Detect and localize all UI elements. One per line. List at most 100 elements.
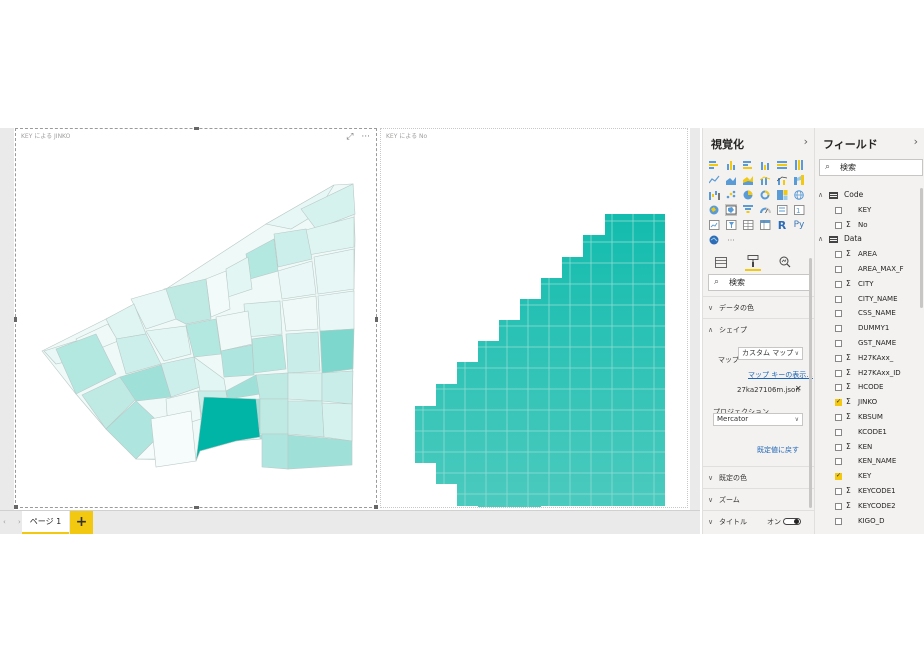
field-item[interactable]: CSS_NAME xyxy=(815,306,924,321)
field-checkbox[interactable] xyxy=(835,295,842,303)
section-data-colors[interactable]: ∨ データの色 xyxy=(703,296,814,318)
field-item[interactable]: Σ H27KAxx_ xyxy=(815,351,924,366)
field-item[interactable]: KEY xyxy=(815,469,924,484)
matrix-icon[interactable] xyxy=(759,219,771,231)
field-item[interactable]: Σ No xyxy=(815,218,924,233)
table-code[interactable]: ∧ Code xyxy=(815,188,924,203)
field-checkbox[interactable] xyxy=(835,206,842,214)
field-checkbox[interactable] xyxy=(835,354,842,362)
section-title[interactable]: ∨ タイトル オン xyxy=(703,510,814,532)
remove-map-close-icon[interactable]: ✕ xyxy=(795,378,802,400)
clustered-column-chart-icon[interactable] xyxy=(759,159,771,171)
chevron-up-icon[interactable]: ∧ xyxy=(818,232,823,247)
field-checkbox[interactable] xyxy=(835,487,842,495)
field-checkbox[interactable] xyxy=(835,458,842,466)
field-item[interactable]: AREA_MAX_F xyxy=(815,262,924,277)
field-item[interactable]: CITY_NAME xyxy=(815,292,924,307)
100-stacked-bar-icon[interactable] xyxy=(776,159,788,171)
gauge-icon[interactable] xyxy=(759,204,771,216)
add-page-button[interactable]: + xyxy=(70,511,93,534)
map-type-dropdown[interactable]: カスタム マップ ∨ xyxy=(738,347,803,360)
chevron-up-icon[interactable]: ∧ xyxy=(818,188,823,203)
field-checkbox[interactable] xyxy=(835,502,842,510)
shape-map-visual-no[interactable]: KEY による No xyxy=(380,128,688,508)
field-checkbox[interactable] xyxy=(835,443,842,451)
format-scrollbar[interactable] xyxy=(809,258,812,508)
format-search-input[interactable]: ⌕ 検索 xyxy=(708,274,811,291)
field-item[interactable]: Σ H27KAxx_ID xyxy=(815,366,924,381)
field-checkbox[interactable] xyxy=(835,325,842,333)
scatter-chart-icon[interactable] xyxy=(725,189,737,201)
field-checkbox[interactable] xyxy=(835,339,842,347)
ribbon-chart-icon[interactable] xyxy=(793,174,805,186)
treemap-icon[interactable] xyxy=(776,189,788,201)
multi-row-card-icon[interactable] xyxy=(776,204,788,216)
field-checkbox[interactable] xyxy=(835,251,842,259)
donut-chart-icon[interactable] xyxy=(759,189,771,201)
reset-to-default-link[interactable]: 既定値に戻す xyxy=(757,439,799,461)
field-item[interactable]: Σ KEYCODE1 xyxy=(815,484,924,499)
100-stacked-column-icon[interactable] xyxy=(793,159,805,171)
more-visuals-icon[interactable]: ··· xyxy=(725,234,737,246)
funnel-icon[interactable] xyxy=(742,204,754,216)
clustered-bar-chart-icon[interactable] xyxy=(742,159,754,171)
pie-chart-icon[interactable] xyxy=(742,189,754,201)
fields-wells-tab-icon[interactable] xyxy=(713,253,729,271)
field-checkbox[interactable] xyxy=(835,469,842,484)
field-item[interactable]: Σ KEN xyxy=(815,440,924,455)
shape-map-visual-jinko[interactable]: KEY による JINKO ⤢ ··· xyxy=(14,127,378,509)
field-item[interactable]: KIGO_D xyxy=(815,514,924,529)
field-item[interactable]: Σ KBSUM xyxy=(815,410,924,425)
projection-dropdown[interactable]: Mercator ∨ xyxy=(713,413,803,426)
line-and-column-chart-icon[interactable] xyxy=(759,174,771,186)
analytics-magnifier-tab-icon[interactable] xyxy=(777,253,793,271)
section-default-colors[interactable]: ∨ 既定の色 xyxy=(703,466,814,488)
stacked-area-chart-icon[interactable] xyxy=(742,174,754,186)
field-checkbox[interactable] xyxy=(835,310,842,318)
slicer-icon[interactable] xyxy=(725,219,737,231)
field-item[interactable]: Σ AREA xyxy=(815,247,924,262)
chevron-up-icon[interactable]: ∧ xyxy=(708,319,713,341)
fields-scrollbar[interactable] xyxy=(920,188,923,308)
field-checkbox[interactable] xyxy=(835,265,842,273)
table-data[interactable]: ∧ Data xyxy=(815,232,924,247)
field-checkbox[interactable] xyxy=(835,384,842,392)
field-item[interactable]: GST_NAME xyxy=(815,336,924,351)
line-and-clustered-column-icon[interactable] xyxy=(776,174,788,186)
arcgis-map-icon[interactable] xyxy=(708,234,720,246)
field-item[interactable]: Σ HCODE xyxy=(815,380,924,395)
collapse-chevron-icon[interactable]: › xyxy=(914,135,918,148)
stacked-bar-chart-icon[interactable] xyxy=(708,159,720,171)
field-checkbox[interactable] xyxy=(835,369,842,377)
page-tab-1[interactable]: ページ 1 xyxy=(22,511,69,534)
kpi-icon[interactable] xyxy=(708,219,720,231)
field-checkbox[interactable] xyxy=(835,395,842,410)
fields-search-input[interactable]: ⌕ 検索 xyxy=(819,159,923,176)
map-icon[interactable] xyxy=(793,189,805,201)
section-zoom[interactable]: ∨ ズーム xyxy=(703,488,814,510)
field-item[interactable]: KEN_NAME xyxy=(815,454,924,469)
table-icon[interactable] xyxy=(742,219,754,231)
field-checkbox[interactable] xyxy=(835,428,842,436)
stacked-column-chart-icon[interactable] xyxy=(725,159,737,171)
field-item[interactable]: Σ CITY xyxy=(815,277,924,292)
filled-map-icon[interactable] xyxy=(708,204,720,216)
field-checkbox[interactable] xyxy=(835,221,842,229)
section-label[interactable]: シェイプ xyxy=(719,326,747,334)
area-chart-icon[interactable] xyxy=(725,174,737,186)
python-visual-icon[interactable]: Py xyxy=(793,219,805,231)
field-item[interactable]: KEY xyxy=(815,203,924,218)
field-checkbox[interactable] xyxy=(835,280,842,288)
field-item[interactable]: Σ KEYCODE2 xyxy=(815,499,924,514)
card-icon[interactable]: 1 xyxy=(793,204,805,216)
field-item[interactable]: DUMMY1 xyxy=(815,321,924,336)
line-chart-icon[interactable] xyxy=(708,174,720,186)
field-checkbox[interactable] xyxy=(835,517,842,525)
field-checkbox[interactable] xyxy=(835,413,842,421)
shape-map-icon[interactable] xyxy=(725,204,737,216)
field-item[interactable]: KCODE1 xyxy=(815,425,924,440)
field-item[interactable]: Σ JINKO xyxy=(815,395,924,410)
waterfall-chart-icon[interactable] xyxy=(708,189,720,201)
r-visual-icon[interactable]: R xyxy=(776,219,788,232)
title-toggle-switch[interactable] xyxy=(783,518,801,525)
